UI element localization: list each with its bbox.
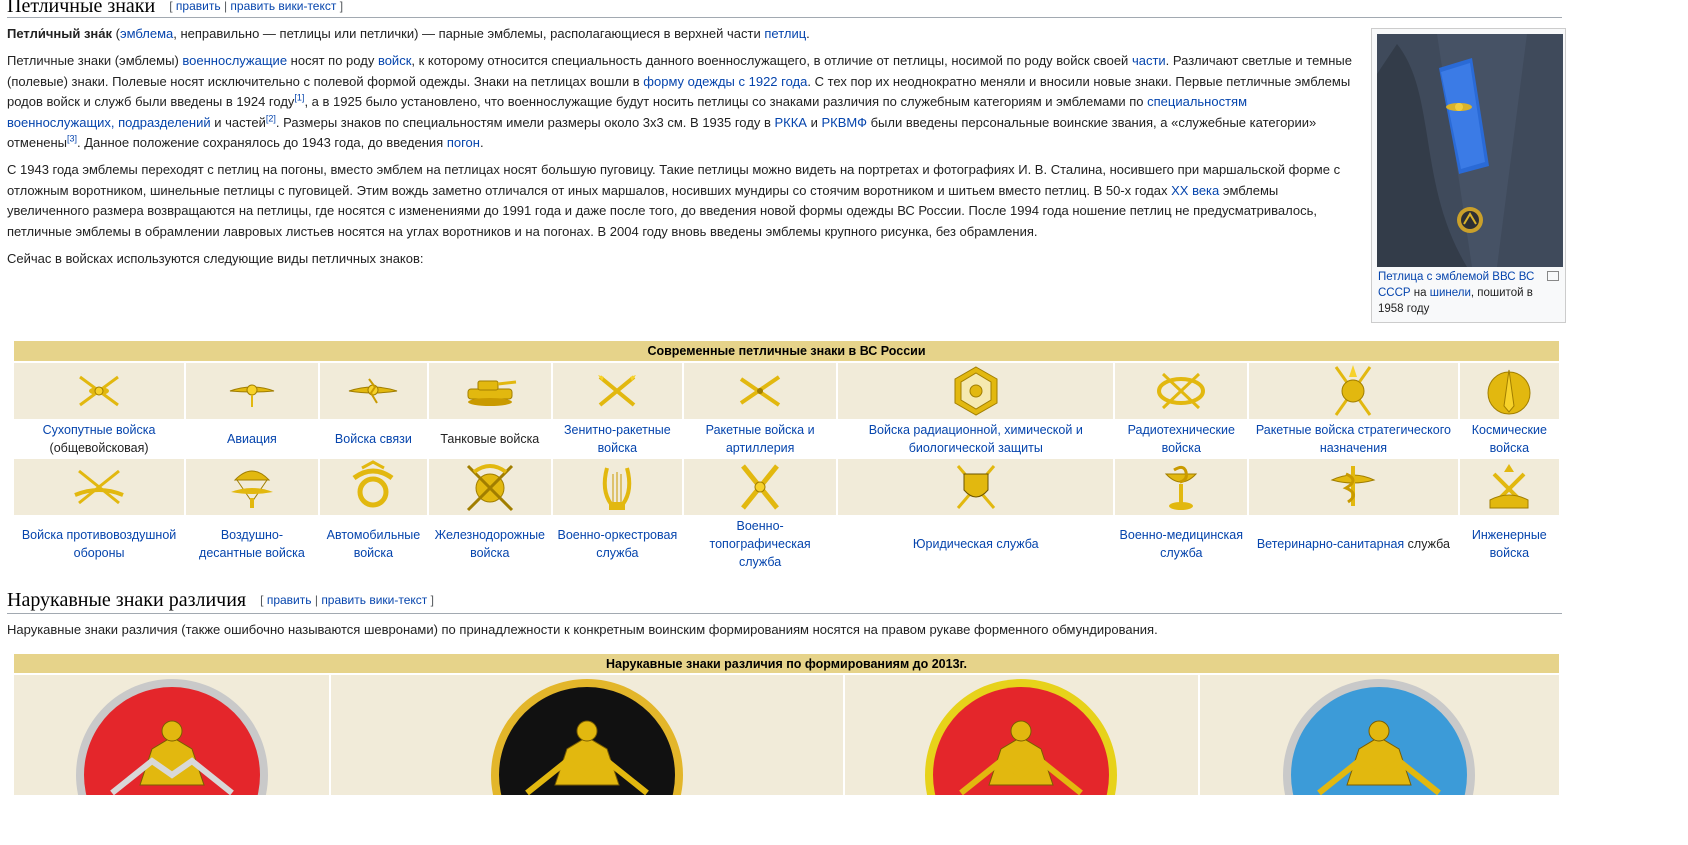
emblem-label: Инженерные войска	[1459, 517, 1559, 571]
emblem-label: Юридическая служба	[838, 517, 1114, 571]
emblem-label: Ветеринарно-санитарная служба	[1249, 517, 1458, 571]
air-defense-emblem-icon[interactable]	[71, 469, 127, 505]
artillery-emblem-icon[interactable]	[735, 375, 785, 407]
intro-paragraph: Петли́чный зна́к (эмблема, неправильно —…	[7, 26, 810, 41]
sleeve-patch-4-icon[interactable]	[1259, 679, 1499, 795]
link-servicemen[interactable]: военнослужащие	[182, 53, 287, 68]
edit-links: [ править | править вики-текст ]	[260, 593, 434, 607]
emblem-label: Ракетные войска стратегического назначен…	[1249, 421, 1458, 457]
engineer-emblem-icon[interactable]	[1484, 464, 1534, 509]
emblem-label: Военно-медицинская служба	[1115, 517, 1248, 571]
sleeve-table-title: Нарукавные знаки различия по формировани…	[14, 654, 1559, 673]
strategic-missile-emblem-icon[interactable]	[1328, 365, 1378, 416]
history-1943-paragraph: С 1943 года эмблемы переходят с петлиц н…	[7, 162, 1341, 239]
enlarge-icon[interactable]	[1547, 271, 1559, 281]
section-heading-sleeve-insignia: Нарукавные знаки различия [ править | пра…	[7, 589, 1562, 614]
emblem-label: Сухопутные войска (общевойсковая)	[14, 421, 185, 457]
sleeve-patch-row	[14, 675, 1559, 795]
edit-link[interactable]: править	[176, 0, 221, 13]
emblem-label: Военно-топографическая служба	[684, 517, 837, 571]
emblems-table-title: Современные петличные знаки в ВС России	[14, 341, 1559, 361]
patch-svg	[75, 679, 268, 795]
emblem-label: Железнодорожные войска	[429, 517, 551, 571]
aviation-emblem-icon[interactable]	[227, 382, 277, 407]
sleeve-paragraph: Нарукавные знаки различия (также ошибочн…	[7, 622, 1158, 637]
railway-emblem-icon[interactable]	[462, 464, 518, 512]
emblem-label: Войска связи	[319, 421, 428, 457]
thumbnail-figure: Петлица с эмблемой ВВС ВС СССР на шинели…	[1371, 28, 1566, 323]
section-heading-buttonhole-emblems: Петличные знаки [ править | править вики-…	[7, 0, 1562, 18]
sleeve-patch-2-icon[interactable]	[467, 679, 707, 795]
caption-link-shinel[interactable]: шинели	[1430, 287, 1471, 299]
emblem-label: Войска противовоздушной обороны	[14, 517, 185, 571]
sleeve-insignia-table: Нарукавные знаки различия по формировани…	[12, 652, 1561, 797]
patch-svg	[490, 679, 683, 795]
emblem-icon-row-1	[14, 363, 1559, 419]
emblem-label-row-1: Сухопутные войска (общевойсковая) Авиаци…	[14, 421, 1559, 457]
emblem-label: Войска радиационной, химической и биолог…	[838, 421, 1114, 457]
legal-service-emblem-icon[interactable]	[948, 465, 1004, 509]
topography-emblem-icon[interactable]	[735, 464, 785, 510]
space-forces-emblem-icon[interactable]	[1484, 369, 1534, 415]
emblem-label: Зенитно-ракетные войска	[552, 421, 683, 457]
ref-1[interactable]: [1]	[294, 93, 304, 103]
airborne-emblem-icon[interactable]	[227, 470, 277, 508]
emblem-label: Космические войска	[1459, 421, 1559, 457]
emblem-label-row-2: Войска противовоздушной обороны Воздушно…	[14, 517, 1559, 571]
emblem-label: Радиотехнические войска	[1115, 421, 1248, 457]
emblem-label: Авиация	[186, 421, 318, 457]
link-20th-century[interactable]: XX века	[1171, 183, 1219, 198]
patch-svg	[1283, 679, 1476, 795]
sleeve-patch-1-icon[interactable]	[52, 679, 292, 795]
link-rkvmf[interactable]: РКВМФ	[821, 115, 866, 130]
patch-svg	[925, 679, 1118, 795]
history-paragraph: Петличные знаки (эмблемы) военнослужащие…	[7, 53, 1352, 150]
veterinary-emblem-icon[interactable]	[1328, 466, 1378, 506]
ref-3[interactable]: [3]	[67, 134, 77, 144]
thumbnail-caption: Петлица с эмблемой ВВС ВС СССР на шинели…	[1378, 271, 1535, 315]
link-petlitsy[interactable]: петлиц	[764, 26, 806, 41]
automobile-emblem-icon[interactable]	[348, 460, 398, 508]
section-title: Петличные знаки	[7, 0, 156, 17]
rchbz-emblem-icon[interactable]	[951, 366, 1001, 416]
signal-troops-emblem-icon[interactable]	[345, 378, 401, 404]
radio-tech-emblem-icon[interactable]	[1153, 372, 1209, 410]
emblem-label: Воздушно-десантные войска	[186, 517, 318, 571]
edit-links: [ править | править вики-текст ]	[169, 0, 344, 13]
emblem-label: Танковые войска	[429, 421, 551, 457]
link-troops[interactable]: войск	[378, 53, 411, 68]
medical-emblem-icon[interactable]	[1156, 465, 1206, 510]
collar-tab-photo[interactable]	[1377, 34, 1563, 267]
emblem-label: Ракетные войска и артиллерия	[684, 421, 837, 457]
edit-source-link[interactable]: править вики-текст	[230, 0, 336, 13]
edit-source-link[interactable]: править вики-текст	[321, 593, 427, 607]
sleeve-patch-3-icon[interactable]	[901, 679, 1141, 795]
emblem-label: Автомобильные войска	[319, 517, 428, 571]
edit-link[interactable]: править	[267, 593, 312, 607]
current-types-paragraph: Сейчас в войсках используются следующие …	[7, 251, 424, 266]
link-pogon[interactable]: погон	[447, 135, 480, 150]
ground-forces-emblem-icon[interactable]	[74, 375, 124, 407]
term: Петли́чный зна́к	[7, 26, 113, 41]
tank-emblem-icon[interactable]	[462, 380, 518, 406]
emblem-label: Военно-оркестровая служба	[552, 517, 683, 571]
air-defense-missile-emblem-icon[interactable]	[592, 375, 642, 407]
emblems-table: Современные петличные знаки в ВС России …	[12, 339, 1561, 573]
ref-2[interactable]: [2]	[266, 113, 276, 123]
link-rkka[interactable]: РККА	[774, 115, 807, 130]
lyre-emblem-icon[interactable]	[597, 467, 637, 510]
link-emblem[interactable]: эмблема	[120, 26, 173, 41]
link-units[interactable]: части	[1132, 53, 1166, 68]
section-title: Нарукавные знаки различия	[7, 589, 247, 611]
link-uniform-1922[interactable]: форму одежды с 1922 года	[643, 74, 807, 89]
emblem-icon-row-2	[14, 459, 1559, 515]
